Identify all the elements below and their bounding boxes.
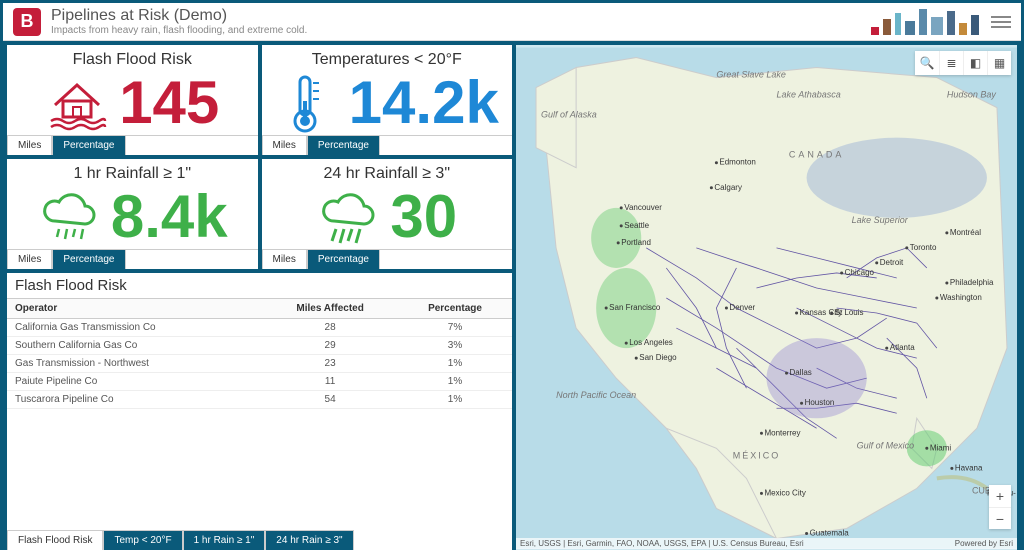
svg-text:Guatemala: Guatemala (810, 528, 850, 537)
svg-text:San Diego: San Diego (639, 353, 677, 362)
legend-icon[interactable]: ≣ (939, 51, 963, 75)
zoom-in-button[interactable]: + (989, 485, 1011, 507)
tab-miles[interactable]: Miles (7, 136, 52, 155)
stat-value: 8.4k (111, 187, 228, 247)
app-logo: B (13, 8, 41, 36)
rain-cloud-icon (37, 185, 101, 249)
card-title: 24 hr Rainfall ≥ 3" (262, 159, 513, 185)
page-subtitle: Impacts from heavy rain, flash flooding,… (51, 25, 307, 36)
table-title: Flash Flood Risk (7, 273, 512, 298)
svg-text:Montréal: Montréal (950, 228, 981, 237)
page-title: Pipelines at Risk (Demo) (51, 7, 307, 25)
layers-icon[interactable]: ◧ (963, 51, 987, 75)
svg-text:Los Angeles: Los Angeles (629, 338, 673, 347)
map-canvas[interactable]: CANADA MÉXICO CUBA North Pacific Ocean G… (516, 45, 1017, 550)
basemap-icon[interactable]: ▦ (987, 51, 1011, 75)
svg-text:Lake Athabasca: Lake Athabasca (777, 90, 841, 100)
tab-1hr-rain[interactable]: 1 hr Rain ≥ 1" (183, 530, 266, 550)
col-operator[interactable]: Operator (7, 299, 262, 319)
svg-text:Miami: Miami (930, 443, 952, 452)
svg-text:St Louis: St Louis (835, 308, 864, 317)
svg-text:Denver: Denver (729, 303, 755, 312)
table-row[interactable]: California Gas Transmission Co287% (7, 319, 512, 337)
svg-text:Toronto: Toronto (910, 243, 937, 252)
table-row[interactable]: Tuscarora Pipeline Co541% (7, 391, 512, 409)
risk-table-panel: Flash Flood Risk Operator Miles Affected… (7, 273, 512, 550)
tab-miles[interactable]: Miles (262, 250, 307, 269)
stat-value: 30 (390, 187, 457, 247)
skyline-graphic (871, 5, 981, 37)
card-title: Flash Flood Risk (7, 45, 258, 71)
svg-text:Monterrey: Monterrey (764, 428, 800, 437)
svg-text:Lake Superior: Lake Superior (852, 215, 909, 225)
svg-text:Calgary: Calgary (714, 183, 742, 192)
col-percentage[interactable]: Percentage (398, 299, 512, 319)
tab-percentage[interactable]: Percentage (52, 136, 125, 155)
svg-text:Havana: Havana (955, 463, 983, 472)
svg-text:Detroit: Detroit (880, 258, 904, 267)
tab-flash-flood[interactable]: Flash Flood Risk (7, 530, 103, 550)
table-row[interactable]: Southern California Gas Co293% (7, 337, 512, 355)
table-row[interactable]: Gas Transmission - Northwest231% (7, 355, 512, 373)
svg-text:MÉXICO: MÉXICO (733, 450, 781, 460)
menu-icon[interactable] (991, 16, 1011, 28)
svg-text:Great Slave Lake: Great Slave Lake (716, 70, 786, 80)
svg-text:Seattle: Seattle (624, 221, 649, 230)
svg-text:Hudson Bay: Hudson Bay (947, 90, 997, 100)
stat-value: 14.2k (349, 73, 499, 133)
svg-text:Mexico City: Mexico City (764, 488, 805, 497)
risk-table: Operator Miles Affected Percentage Calif… (7, 298, 512, 409)
tab-percentage[interactable]: Percentage (307, 136, 380, 155)
stat-value: 145 (119, 73, 219, 133)
svg-text:Philadelphia: Philadelphia (950, 278, 994, 287)
tab-temp[interactable]: Temp < 20°F (103, 530, 182, 550)
col-miles[interactable]: Miles Affected (262, 299, 398, 319)
rain-1hr-card: 1 hr Rainfall ≥ 1" 8.4k Miles (7, 159, 258, 269)
svg-text:Dallas: Dallas (790, 368, 812, 377)
temperature-card: Temperatures < 20°F 14.2k (262, 45, 513, 155)
svg-text:San Francisco: San Francisco (609, 303, 661, 312)
zoom-out-button[interactable]: − (989, 507, 1011, 529)
svg-text:Houston: Houston (805, 398, 835, 407)
flash-flood-card: Flash Flood Risk 145 Miles Per (7, 45, 258, 155)
zoom-control: + − (989, 485, 1011, 529)
svg-text:Edmonton: Edmonton (719, 158, 755, 167)
svg-text:Atlanta: Atlanta (890, 343, 915, 352)
svg-text:Portland: Portland (621, 238, 651, 247)
tab-miles[interactable]: Miles (262, 136, 307, 155)
svg-text:Chicago: Chicago (845, 268, 875, 277)
svg-text:North Pacific Ocean: North Pacific Ocean (556, 390, 636, 400)
card-title: Temperatures < 20°F (262, 45, 513, 71)
rain-24hr-card: 24 hr Rainfall ≥ 3" 30 Miles P (262, 159, 513, 269)
tab-miles[interactable]: Miles (7, 250, 52, 269)
svg-text:Vancouver: Vancouver (624, 203, 662, 212)
tab-24hr-rain[interactable]: 24 hr Rain ≥ 3" (265, 530, 353, 550)
map-attribution: Esri, USGS | Esri, Garmin, FAO, NOAA, US… (516, 538, 1017, 549)
svg-text:Gulf of Alaska: Gulf of Alaska (541, 110, 597, 120)
tab-percentage[interactable]: Percentage (307, 250, 380, 269)
tab-percentage[interactable]: Percentage (52, 250, 125, 269)
heavy-rain-cloud-icon (316, 185, 380, 249)
svg-text:Washington: Washington (940, 293, 982, 302)
svg-text:Gulf of Mexico: Gulf of Mexico (857, 440, 915, 450)
thermometer-icon (275, 71, 339, 135)
card-title: 1 hr Rainfall ≥ 1" (7, 159, 258, 185)
svg-text:CANADA: CANADA (789, 150, 845, 160)
table-row[interactable]: Paiute Pipeline Co111% (7, 373, 512, 391)
map-panel[interactable]: CANADA MÉXICO CUBA North Pacific Ocean G… (516, 45, 1017, 550)
map-toolbar: 🔍 ≣ ◧ ▦ (915, 51, 1011, 75)
search-icon[interactable]: 🔍 (915, 51, 939, 75)
flood-house-icon (45, 71, 109, 135)
header: B Pipelines at Risk (Demo) Impacts from … (3, 3, 1021, 41)
